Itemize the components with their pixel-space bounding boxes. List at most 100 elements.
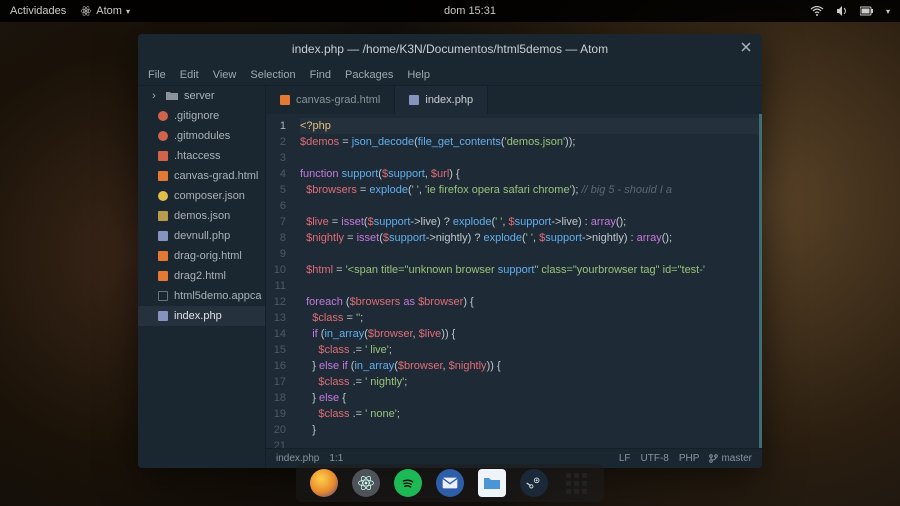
menu-help[interactable]: Help — [407, 69, 430, 81]
status-encoding[interactable]: UTF-8 — [641, 453, 669, 464]
code-source[interactable]: <?php$demos = json_decode(file_get_conte… — [292, 114, 759, 448]
code-line[interactable]: foreach ($browsers as $browser) { — [300, 294, 759, 310]
wifi-icon[interactable] — [810, 6, 824, 16]
menu-selection[interactable]: Selection — [250, 69, 295, 81]
tree-item-label: composer.json — [174, 190, 245, 202]
tree-item-label: .gitignore — [174, 110, 219, 122]
tree-item-label: drag2.html — [174, 270, 226, 282]
status-file[interactable]: index.php — [276, 453, 319, 464]
editor-tab[interactable]: canvas-grad.html — [266, 86, 395, 114]
dock-spotify[interactable] — [394, 469, 422, 497]
chevron-down-icon[interactable]: ▾ — [886, 7, 890, 16]
tree-item-label: drag-orig.html — [174, 250, 242, 262]
tree-item[interactable]: drag2.html — [138, 266, 265, 286]
html-icon — [158, 271, 168, 281]
htaccess-icon — [158, 151, 168, 161]
code-line[interactable]: $class .= ' nightly'; — [300, 374, 759, 390]
code-line[interactable] — [300, 438, 759, 448]
tree-root[interactable]: › server — [138, 86, 265, 106]
atom-menubar: File Edit View Selection Find Packages H… — [138, 64, 762, 86]
git-icon — [158, 131, 168, 141]
dock-atom[interactable] — [352, 469, 380, 497]
tree-item[interactable]: demos.json — [138, 206, 265, 226]
status-language[interactable]: PHP — [679, 453, 700, 464]
menu-file[interactable]: File — [148, 69, 166, 81]
code-line[interactable]: <?php — [300, 118, 759, 134]
tree-item[interactable]: html5demo.appca — [138, 286, 265, 306]
editor-tab[interactable]: index.php — [395, 86, 488, 114]
status-git-branch[interactable]: master — [709, 453, 752, 464]
app-menu[interactable]: Atom ▾ — [80, 5, 130, 17]
code-line[interactable]: } else if (in_array($browser, $nightly))… — [300, 358, 759, 374]
dock-apps-grid[interactable] — [562, 469, 590, 497]
window-titlebar[interactable]: index.php — /home/K3N/Documentos/html5de… — [138, 34, 762, 64]
tree-item-label: .gitmodules — [174, 130, 230, 142]
code-view[interactable]: 12345678910111213141516171819202122 <?ph… — [266, 114, 762, 448]
close-icon[interactable] — [740, 41, 752, 56]
dock-thunderbird[interactable] — [436, 469, 464, 497]
window-title: index.php — /home/K3N/Documentos/html5de… — [292, 42, 608, 56]
php-icon — [158, 311, 168, 321]
menu-edit[interactable]: Edit — [180, 69, 199, 81]
comp-icon — [158, 191, 168, 201]
volume-icon[interactable] — [836, 5, 848, 17]
code-line[interactable] — [300, 150, 759, 166]
code-line[interactable]: } — [300, 422, 759, 438]
tree-item-label: demos.json — [174, 210, 230, 222]
dock-files[interactable] — [478, 469, 506, 497]
db-icon — [158, 211, 168, 221]
file-tree[interactable]: › server .gitignore .gitmodules .htaccess c… — [138, 86, 266, 468]
code-line[interactable]: $class .= ' live'; — [300, 342, 759, 358]
chevron-down-icon: ▾ — [126, 7, 130, 16]
php-icon — [158, 231, 168, 241]
tree-item[interactable]: .htaccess — [138, 146, 265, 166]
code-line[interactable]: $class = ''; — [300, 310, 759, 326]
code-line[interactable] — [300, 278, 759, 294]
html-icon — [158, 251, 168, 261]
tree-item-label: devnull.php — [174, 230, 230, 242]
code-line[interactable]: $nightly = isset($support->nightly) ? ex… — [300, 230, 759, 246]
tab-label: canvas-grad.html — [296, 94, 380, 106]
code-line[interactable] — [300, 246, 759, 262]
editor-pane: canvas-grad.html index.php 12345678910111… — [266, 86, 762, 468]
file-icon — [158, 291, 168, 301]
menu-packages[interactable]: Packages — [345, 69, 393, 81]
tree-item-label: index.php — [174, 310, 222, 322]
activities-button[interactable]: Actividades — [10, 5, 66, 17]
tree-item[interactable]: .gitignore — [138, 106, 265, 126]
dock-firefox[interactable] — [310, 469, 338, 497]
code-line[interactable]: function support($support, $url) { — [300, 166, 759, 182]
tree-item[interactable]: .gitmodules — [138, 126, 265, 146]
html-icon — [280, 95, 290, 105]
tree-item[interactable]: drag-orig.html — [138, 246, 265, 266]
code-line[interactable]: $browsers = explode(' ', 'ie firefox ope… — [300, 182, 759, 198]
code-line[interactable]: if (in_array($browser, $live)) { — [300, 326, 759, 342]
tree-item[interactable]: devnull.php — [138, 226, 265, 246]
tree-root-label: server — [184, 90, 215, 102]
tree-item[interactable]: index.php — [138, 306, 265, 326]
status-line-ending[interactable]: LF — [619, 453, 631, 464]
dock-steam[interactable] — [520, 469, 548, 497]
menu-find[interactable]: Find — [310, 69, 331, 81]
chevron-right-icon: › — [148, 90, 160, 102]
tree-item-label: .htaccess — [174, 150, 220, 162]
battery-icon[interactable] — [860, 6, 874, 16]
tree-item[interactable]: canvas-grad.html — [138, 166, 265, 186]
code-line[interactable]: } else { — [300, 390, 759, 406]
tree-item-label: html5demo.appca — [174, 290, 261, 302]
code-line[interactable]: $live = isset($support->live) ? explode(… — [300, 214, 759, 230]
code-line[interactable]: $html = '<span title="unknown browser su… — [300, 262, 759, 278]
atom-icon — [80, 5, 92, 17]
tree-item-label: canvas-grad.html — [174, 170, 258, 182]
git-branch-icon — [709, 454, 718, 463]
status-cursor-pos[interactable]: 1:1 — [329, 453, 343, 464]
tree-item[interactable]: composer.json — [138, 186, 265, 206]
menu-view[interactable]: View — [213, 69, 237, 81]
code-line[interactable]: $demos = json_decode(file_get_contents('… — [300, 134, 759, 150]
git-icon — [158, 111, 168, 121]
code-line[interactable]: $class .= ' none'; — [300, 406, 759, 422]
editor-tabs: canvas-grad.html index.php — [266, 86, 762, 114]
code-line[interactable] — [300, 198, 759, 214]
php-icon — [409, 95, 419, 105]
clock[interactable]: dom 15:31 — [444, 5, 496, 17]
